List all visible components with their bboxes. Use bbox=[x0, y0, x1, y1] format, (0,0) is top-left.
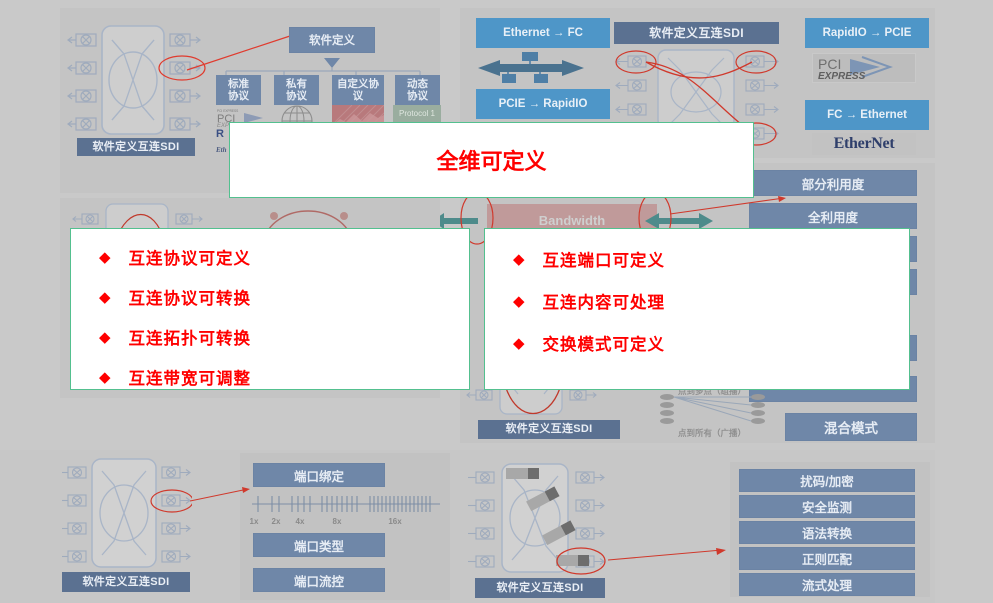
port-button-type[interactable]: 端口类型 bbox=[253, 533, 385, 557]
switch-chip-bottom-left bbox=[62, 458, 192, 568]
lane-label-1x: 1x bbox=[249, 517, 259, 526]
svg-text:R: R bbox=[216, 128, 224, 140]
callout-line-bottom-left bbox=[190, 487, 250, 502]
diamond-bullet-icon: ◆ bbox=[513, 292, 525, 310]
bullet-label: 互连带宽可调整 bbox=[128, 370, 252, 388]
software-defined-box[interactable]: 软件定义 bbox=[289, 27, 375, 53]
tree-connector-top-left bbox=[225, 52, 421, 77]
callout-line-bandwidth bbox=[669, 196, 786, 215]
conversion-ethernet-fc[interactable]: Ethernet → FC bbox=[476, 18, 610, 48]
bullet-item: ◆ 互连协议可转换 bbox=[99, 285, 469, 309]
bullet-label: 互连协议可转换 bbox=[128, 290, 252, 308]
pci-express-glyph: PCI EXPRESS bbox=[818, 56, 893, 81]
protocol-1-chip: Protocol 1 bbox=[393, 105, 441, 122]
content-button-regex-match[interactable]: 正则匹配 bbox=[739, 547, 915, 570]
bullet-label: 互连协议可定义 bbox=[128, 250, 252, 268]
svg-text:Eth: Eth bbox=[216, 146, 227, 154]
lane-label-8x: 8x bbox=[332, 517, 342, 526]
overlay-title-card: 全维可定义 bbox=[229, 122, 754, 198]
diamond-bullet-icon: ◆ bbox=[99, 368, 111, 386]
overlay-right-card: ◆ 互连端口可定义 ◆ 互连内容可处理 ◆ 交换模式可定义 bbox=[484, 228, 910, 390]
overlay-left-card: ◆ 互连协议可定义 ◆ 互连协议可转换 ◆ 互连拓扑可转换 ◆ 互连带宽可调整 bbox=[70, 228, 470, 390]
diamond-bullet-icon: ◆ bbox=[513, 250, 525, 268]
protocol-box-3[interactable]: 动态 协议 bbox=[395, 75, 440, 105]
diamond-bullet-icon: ◆ bbox=[99, 248, 111, 266]
content-button-stream-process[interactable]: 流式处理 bbox=[739, 573, 915, 596]
conversion-pcie-rapidio[interactable]: PCIE → RapidIO bbox=[476, 89, 610, 119]
protocol-box-1[interactable]: 私有 协议 bbox=[274, 75, 319, 105]
lane-label-16x: 16x bbox=[388, 517, 402, 526]
bullet-item: ◆ 互连端口可定义 bbox=[513, 247, 909, 271]
bullet-item: ◆ 互连协议可定义 bbox=[99, 245, 469, 269]
port-button-flow-control[interactable]: 端口流控 bbox=[253, 568, 385, 592]
diamond-bullet-icon: ◆ bbox=[513, 334, 525, 352]
diamond-bullet-icon: ◆ bbox=[99, 288, 111, 306]
lane-label-4x: 4x bbox=[295, 517, 305, 526]
content-button-syntax-convert[interactable]: 语法转换 bbox=[739, 521, 915, 544]
diamond-bullet-icon: ◆ bbox=[99, 328, 111, 346]
bullet-label: 交换模式可定义 bbox=[542, 336, 666, 354]
sdi-label-bottom-right: 软件定义互连SDI bbox=[475, 578, 605, 598]
bullet-item: ◆ 交换模式可定义 bbox=[513, 331, 909, 355]
bullet-item: ◆ 互连内容可处理 bbox=[513, 289, 909, 313]
conversion-fc-ethernet[interactable]: FC → Ethernet bbox=[805, 100, 929, 130]
bullet-item: ◆ 互连带宽可调整 bbox=[99, 365, 469, 389]
bullet-item: ◆ 互连拓扑可转换 bbox=[99, 325, 469, 349]
bullet-label: 互连端口可定义 bbox=[542, 252, 666, 270]
bullet-label: 互连内容可处理 bbox=[542, 294, 666, 312]
ethernet-bus-icon bbox=[478, 52, 584, 83]
svg-text:EXPRESS: EXPRESS bbox=[818, 71, 866, 81]
switch-chip-bottom-right bbox=[468, 463, 606, 575]
protocol-box-0[interactable]: 标准 协议 bbox=[216, 75, 261, 105]
utilization-button-partial[interactable]: 部分利用度 bbox=[749, 170, 917, 196]
sdi-label-bottom-left: 软件定义互连SDI bbox=[62, 572, 190, 592]
svg-text:PCI: PCI bbox=[818, 56, 841, 72]
pci-express-logo-top-right: PCI EXPRESS bbox=[812, 53, 916, 83]
port-button-binding[interactable]: 端口绑定 bbox=[253, 463, 385, 487]
content-button-scramble-encrypt[interactable]: 扰码/加密 bbox=[739, 469, 915, 492]
callout-line-bottom-right bbox=[608, 548, 726, 561]
sdi-label-middle-right: 软件定义互连SDI bbox=[478, 420, 620, 439]
slide-canvas: 软件定义互连SDI 软件定义 标准 协议 私有 协议 自定义协议 动态 协议 PCI … bbox=[0, 0, 993, 603]
switch-mode-caption-broadcast: 点到所有（广播） bbox=[677, 428, 746, 438]
sdi-label-top-left: 软件定义互连SDI bbox=[77, 138, 195, 156]
overlay-title-text: 全维可定义 bbox=[436, 149, 547, 174]
broadcast-diagram bbox=[660, 394, 765, 424]
conversion-rapidio-pcie[interactable]: RapidIO → PCIE bbox=[805, 18, 929, 48]
protocol-box-2[interactable]: 自定义协议 bbox=[332, 75, 384, 105]
bullet-label: 互连拓扑可转换 bbox=[128, 330, 252, 348]
sdi-label-top-right: 软件定义互连SDI bbox=[614, 22, 779, 44]
utilization-button-mixed-mode[interactable]: 混合模式 bbox=[785, 413, 917, 441]
lane-label-2x: 2x bbox=[271, 517, 281, 526]
ethernet-logo-top-right: EtherNet bbox=[812, 133, 916, 155]
content-button-security-monitor[interactable]: 安全监测 bbox=[739, 495, 915, 518]
lane-scale-graphic bbox=[252, 496, 440, 512]
